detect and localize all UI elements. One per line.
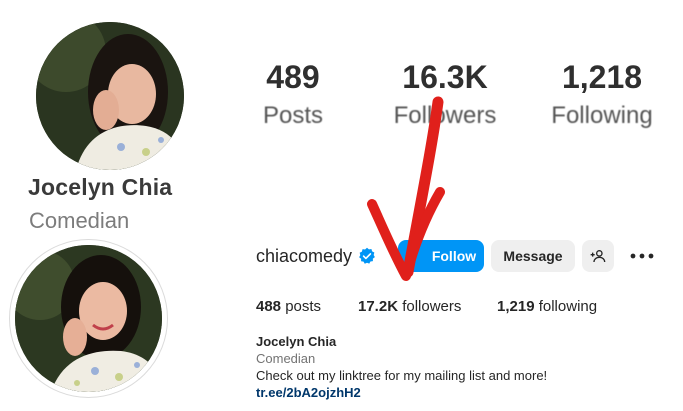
stat-value: 16.3K — [402, 59, 488, 95]
bio-text: Check out my linktree for my mailing lis… — [256, 368, 548, 383]
more-options-button[interactable] — [628, 240, 656, 272]
bio-category: Comedian — [256, 351, 316, 366]
followers-count[interactable]: 17.2K followers — [358, 298, 461, 315]
following-count[interactable]: 1,219 following — [497, 298, 597, 315]
stat-label: Posts — [262, 102, 324, 129]
bio-name: Jocelyn Chia — [256, 334, 337, 349]
avatar-photo — [15, 245, 162, 392]
username-row: chiacomedy — [256, 240, 376, 272]
posts-label: posts — [281, 298, 322, 315]
add-user-icon — [590, 250, 606, 263]
posts-count: 488 posts — [256, 298, 321, 315]
profile-avatar-zoomed — [36, 22, 184, 170]
profile-bio: Jocelyn Chia Comedian Check out my linkt… — [256, 333, 547, 401]
more-options-icon — [630, 253, 654, 259]
following-label: following — [534, 298, 598, 315]
followers-number: 17.2K — [358, 298, 399, 315]
posts-number: 488 — [256, 298, 282, 315]
verified-badge-icon — [359, 247, 375, 264]
profile-category-zoomed: Comedian — [29, 208, 130, 233]
bio-link[interactable]: tr.ee/2bA2ojzhH2 — [256, 384, 547, 401]
username: chiacomedy — [256, 245, 353, 266]
suggest-accounts-button[interactable] — [582, 240, 614, 272]
stat-label: Followers — [393, 102, 497, 129]
stat-following-zoomed: 1,218 Following — [540, 58, 664, 136]
profile-name-zoomed: Jocelyn Chia — [28, 174, 173, 200]
following-number: 1,219 — [497, 298, 535, 315]
stat-posts-zoomed: 489 Posts — [252, 58, 334, 136]
profile-avatar[interactable] — [15, 245, 162, 392]
stat-value: 489 — [266, 59, 320, 95]
followers-label: followers — [398, 298, 462, 315]
stat-label: Following — [551, 102, 653, 129]
avatar-photo — [36, 22, 184, 170]
stat-followers-zoomed: 16.3K Followers — [380, 58, 510, 136]
stat-value: 1,218 — [561, 59, 643, 95]
follow-button[interactable]: Follow — [398, 240, 484, 272]
zoomed-profile-header: Jocelyn Chia Comedian 489 Posts 16.3K Fo… — [0, 0, 683, 233]
message-button[interactable]: Message — [491, 240, 575, 272]
